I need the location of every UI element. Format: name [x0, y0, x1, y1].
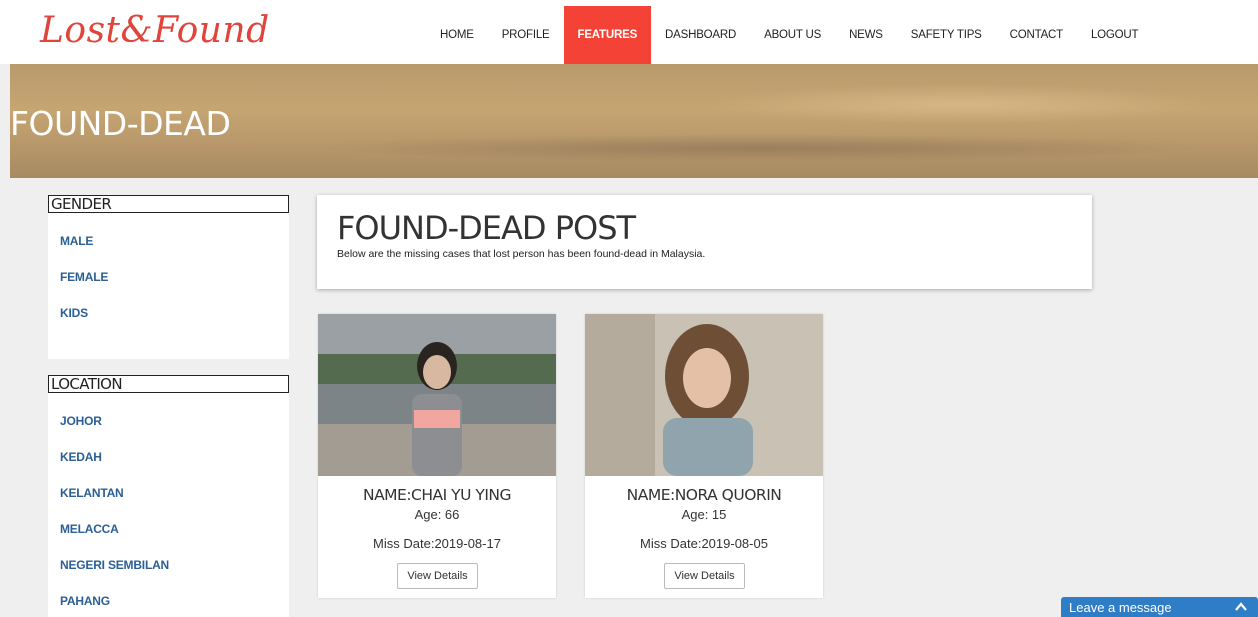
filter-male[interactable]: MALE — [48, 223, 289, 259]
filter-kelantan[interactable]: KELANTAN — [48, 475, 289, 511]
post-title: FOUND-DEAD POST — [337, 209, 636, 247]
site-header: Lost&Found HOME PROFILE FEATURES DASHBOA… — [0, 0, 1258, 64]
filter-pahang[interactable]: PAHANG — [48, 583, 289, 617]
nav-dashboard[interactable]: DASHBOARD — [651, 6, 750, 64]
person-name: NAME:CHAI YU YING — [362, 486, 512, 504]
person-age: Age: 15 — [681, 507, 727, 522]
person-photo[interactable] — [585, 314, 823, 476]
leave-message-widget[interactable]: Leave a message — [1061, 597, 1258, 617]
site-logo[interactable]: Lost&Found — [40, 10, 270, 51]
nav-home[interactable]: HOME — [426, 6, 488, 64]
nav-news[interactable]: NEWS — [835, 6, 897, 64]
person-photo-image — [585, 314, 823, 476]
person-miss-date: Miss Date:2019-08-05 — [640, 536, 768, 551]
leave-message-label: Leave a message — [1069, 600, 1172, 615]
gender-filter-title: GENDER — [48, 195, 289, 213]
page-banner: FOUND-DEAD — [10, 64, 1258, 178]
location-filter-title: LOCATION — [48, 375, 289, 393]
nav-safety-tips[interactable]: SAFETY TIPS — [897, 6, 996, 64]
nav-features[interactable]: FEATURES — [563, 6, 652, 64]
person-photo[interactable] — [318, 314, 556, 476]
nav-contact[interactable]: CONTACT — [996, 6, 1077, 64]
person-card: NAME:CHAI YU YING Age: 66 Miss Date:2019… — [318, 314, 556, 598]
post-header-card: FOUND-DEAD POST Below are the missing ca… — [317, 195, 1092, 289]
filter-female[interactable]: FEMALE — [48, 259, 289, 295]
view-details-button[interactable]: View Details — [664, 563, 745, 589]
location-filter-box: LOCATION JOHOR KEDAH KELANTAN MELACCA NE… — [48, 375, 289, 617]
filter-negeri-sembilan[interactable]: NEGERI SEMBILAN — [48, 547, 289, 583]
person-photo-image — [318, 314, 556, 476]
chevron-up-icon[interactable] — [1234, 600, 1248, 614]
main-nav: HOME PROFILE FEATURES DASHBOARD ABOUT US… — [426, 6, 1152, 64]
person-age: Age: 66 — [414, 507, 460, 522]
person-miss-date: Miss Date:2019-08-17 — [373, 536, 501, 551]
filter-melacca[interactable]: MELACCA — [48, 511, 289, 547]
filter-kids[interactable]: KIDS — [48, 295, 289, 331]
filter-kedah[interactable]: KEDAH — [48, 439, 289, 475]
nav-logout[interactable]: LOGOUT — [1077, 6, 1152, 64]
gender-filter-box: GENDER MALE FEMALE KIDS — [48, 195, 289, 359]
nav-profile[interactable]: PROFILE — [488, 6, 564, 64]
post-subtitle: Below are the missing cases that lost pe… — [337, 248, 706, 260]
person-name: NAME:NORA QUORIN — [626, 486, 782, 504]
banner-title: FOUND-DEAD — [10, 104, 231, 143]
filter-johor[interactable]: JOHOR — [48, 403, 289, 439]
view-details-button[interactable]: View Details — [397, 563, 478, 589]
nav-about-us[interactable]: ABOUT US — [750, 6, 835, 64]
person-card: NAME:NORA QUORIN Age: 15 Miss Date:2019-… — [585, 314, 823, 598]
